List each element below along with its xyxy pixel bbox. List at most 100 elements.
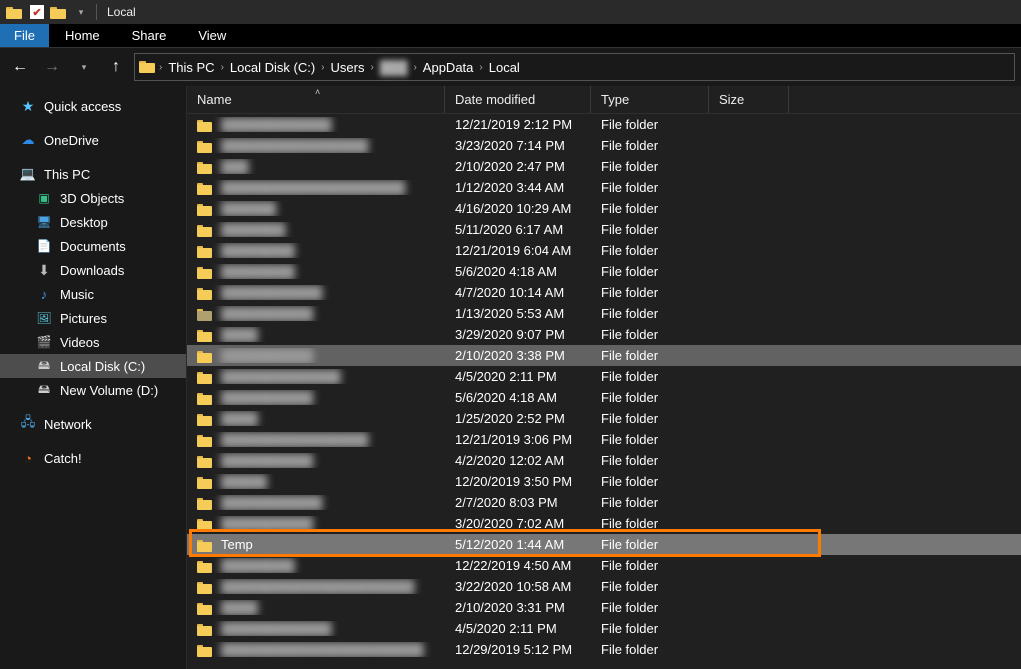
file-name: ███: [221, 159, 249, 174]
cell-name: ██████████: [187, 348, 445, 363]
cell-type: File folder: [591, 390, 709, 405]
file-row[interactable]: ████████████12/21/2019 2:12 PMFile folde…: [187, 114, 1021, 135]
navigation-pane[interactable]: ★Quick access ☁OneDrive 💻This PC ▣3D Obj…: [0, 86, 187, 669]
tab-view[interactable]: View: [182, 24, 242, 47]
cell-date: 4/5/2020 2:11 PM: [445, 369, 591, 384]
address-bar[interactable]: › This PC › Local Disk (C:) › Users › ██…: [134, 53, 1015, 81]
sidebar-3d-objects[interactable]: ▣3D Objects: [0, 186, 186, 210]
file-row[interactable]: ████████12/22/2019 4:50 AMFile folder: [187, 555, 1021, 576]
file-name: ██████████: [221, 306, 313, 321]
sidebar-item-label: Downloads: [60, 263, 124, 278]
sidebar-new-volume-d[interactable]: 🖴New Volume (D:): [0, 378, 186, 402]
crumb-this-pc[interactable]: This PC: [164, 60, 218, 75]
file-row[interactable]: ███████5/11/2020 6:17 AMFile folder: [187, 219, 1021, 240]
file-name: ████████████████████: [221, 180, 405, 195]
file-name: ████: [221, 411, 258, 426]
column-header-size[interactable]: Size: [709, 86, 789, 113]
qat-dropdown-icon[interactable]: ▾: [72, 3, 90, 21]
folder-icon: [197, 349, 215, 363]
file-row[interactable]: ███████████2/7/2020 8:03 PMFile folder: [187, 492, 1021, 513]
cell-date: 4/16/2020 10:29 AM: [445, 201, 591, 216]
cell-name: ████████: [187, 558, 445, 573]
sidebar-desktop[interactable]: 🖥Desktop: [0, 210, 186, 234]
folder-icon: [197, 454, 215, 468]
cell-date: 5/12/2020 1:44 AM: [445, 537, 591, 552]
up-button[interactable]: ↑: [102, 53, 130, 81]
crumb-appdata[interactable]: AppData: [419, 60, 478, 75]
file-menu[interactable]: File: [0, 24, 49, 47]
file-name: ██████: [221, 201, 276, 216]
file-row[interactable]: █████12/20/2019 3:50 PMFile folder: [187, 471, 1021, 492]
save-icon[interactable]: ✔: [28, 3, 46, 21]
history-dropdown-icon[interactable]: ▾: [70, 53, 98, 81]
file-row[interactable]: ████████████████████1/12/2020 3:44 AMFil…: [187, 177, 1021, 198]
file-row[interactable]: █████████████████████3/22/2020 10:58 AMF…: [187, 576, 1021, 597]
file-row[interactable]: ██████████2/10/2020 3:38 PMFile folder: [187, 345, 1021, 366]
crumb-users[interactable]: Users: [327, 60, 369, 75]
file-row[interactable]: ██████████████████████12/29/2019 5:12 PM…: [187, 639, 1021, 660]
file-row-temp[interactable]: Temp5/12/2020 1:44 AMFile folder: [187, 534, 1021, 555]
sidebar-music[interactable]: ♪Music: [0, 282, 186, 306]
chevron-right-icon[interactable]: ›: [411, 62, 418, 73]
chevron-right-icon[interactable]: ›: [157, 62, 164, 73]
file-row[interactable]: ████████████4/5/2020 2:11 PMFile folder: [187, 618, 1021, 639]
sidebar-quick-access[interactable]: ★Quick access: [0, 94, 186, 118]
sidebar-network[interactable]: 🖧Network: [0, 412, 186, 436]
tab-share[interactable]: Share: [116, 24, 183, 47]
column-header-date[interactable]: Date modified: [445, 86, 591, 113]
file-name: █████: [221, 474, 267, 489]
forward-button[interactable]: →: [38, 53, 66, 81]
crumb-username[interactable]: ███: [376, 60, 412, 75]
file-row[interactable]: ██████████5/6/2020 4:18 AMFile folder: [187, 387, 1021, 408]
file-row[interactable]: ████2/10/2020 3:31 PMFile folder: [187, 597, 1021, 618]
chevron-right-icon[interactable]: ›: [368, 62, 375, 73]
back-button[interactable]: ←: [6, 53, 34, 81]
pictures-icon: 🖼: [36, 310, 52, 326]
file-name: ████: [221, 327, 258, 342]
file-name: ██████████: [221, 390, 313, 405]
cell-date: 4/5/2020 2:11 PM: [445, 621, 591, 636]
file-row[interactable]: █████████████4/5/2020 2:11 PMFile folder: [187, 366, 1021, 387]
tab-home[interactable]: Home: [49, 24, 116, 47]
folder-icon: [197, 181, 215, 195]
file-row[interactable]: ████████5/6/2020 4:18 AMFile folder: [187, 261, 1021, 282]
file-name: ████████: [221, 264, 295, 279]
cell-date: 2/7/2020 8:03 PM: [445, 495, 591, 510]
cell-name: ████: [187, 327, 445, 342]
file-row[interactable]: ██████████4/2/2020 12:02 AMFile folder: [187, 450, 1021, 471]
file-row[interactable]: ██████████1/13/2020 5:53 AMFile folder: [187, 303, 1021, 324]
file-row[interactable]: ████1/25/2020 2:52 PMFile folder: [187, 408, 1021, 429]
file-name: ████████████████: [221, 432, 368, 447]
sidebar-item-label: Desktop: [60, 215, 108, 230]
sidebar-this-pc[interactable]: 💻This PC: [0, 162, 186, 186]
column-header-type[interactable]: Type: [591, 86, 709, 113]
cell-date: 2/10/2020 3:38 PM: [445, 348, 591, 363]
chevron-right-icon[interactable]: ›: [477, 62, 484, 73]
crumb-local-disk[interactable]: Local Disk (C:): [226, 60, 319, 75]
file-row[interactable]: ██████████3/20/2020 7:02 AMFile folder: [187, 513, 1021, 534]
file-row[interactable]: ███2/10/2020 2:47 PMFile folder: [187, 156, 1021, 177]
sidebar-pictures[interactable]: 🖼Pictures: [0, 306, 186, 330]
file-row[interactable]: ██████4/16/2020 10:29 AMFile folder: [187, 198, 1021, 219]
file-row[interactable]: ████████████████3/23/2020 7:14 PMFile fo…: [187, 135, 1021, 156]
cell-type: File folder: [591, 495, 709, 510]
file-row[interactable]: ███████████4/7/2020 10:14 AMFile folder: [187, 282, 1021, 303]
sidebar-local-disk-c[interactable]: 🖴Local Disk (C:): [0, 354, 186, 378]
crumb-local[interactable]: Local: [485, 60, 524, 75]
sidebar-onedrive[interactable]: ☁OneDrive: [0, 128, 186, 152]
sidebar-catch[interactable]: ◔Catch!: [0, 446, 186, 470]
sidebar-documents[interactable]: 📄Documents: [0, 234, 186, 258]
sidebar-downloads[interactable]: ⬇Downloads: [0, 258, 186, 282]
sidebar-videos[interactable]: 🎬Videos: [0, 330, 186, 354]
file-row[interactable]: ████████12/21/2019 6:04 AMFile folder: [187, 240, 1021, 261]
chevron-right-icon[interactable]: ›: [319, 62, 326, 73]
folder-icon-2: [50, 3, 68, 21]
file-row[interactable]: ████████████████12/21/2019 3:06 PMFile f…: [187, 429, 1021, 450]
chevron-right-icon[interactable]: ›: [219, 62, 226, 73]
star-icon: ★: [20, 98, 36, 114]
folder-icon: [197, 118, 215, 132]
cell-name: ██████████: [187, 516, 445, 531]
cube-icon: ▣: [36, 190, 52, 206]
file-rows[interactable]: ████████████12/21/2019 2:12 PMFile folde…: [187, 114, 1021, 669]
file-row[interactable]: ████3/29/2020 9:07 PMFile folder: [187, 324, 1021, 345]
